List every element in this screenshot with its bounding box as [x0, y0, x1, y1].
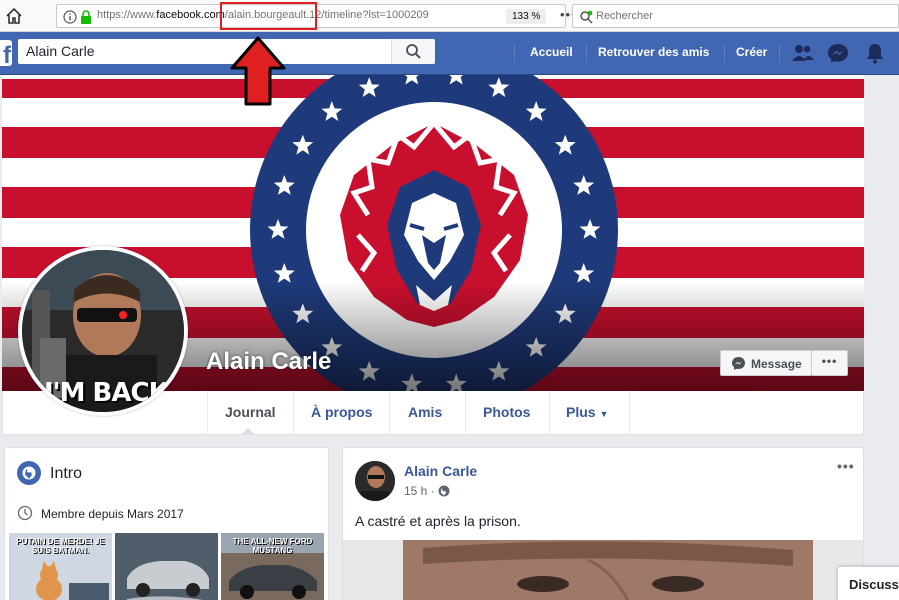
- search-placeholder: Rechercher: [596, 10, 653, 22]
- active-tab-indicator: [241, 428, 255, 435]
- message-button-label: Message: [751, 357, 802, 371]
- intro-card: Intro Membre depuis Mars 2017 PUTAIN DE …: [4, 447, 329, 600]
- globe-icon: [17, 461, 41, 485]
- lock-icon: [81, 10, 91, 24]
- message-button[interactable]: Message: [720, 350, 812, 376]
- notifications-bell-icon[interactable]: [862, 41, 888, 65]
- facebook-top-nav: f Alain Carle Accueil Retrouver des amis…: [0, 32, 899, 75]
- photo-caption: THE ALL-NEW FORD MUSTANG: [232, 537, 313, 555]
- browser-toolbar: https://www.facebook.com/alain.bourgeaul…: [0, 0, 899, 32]
- public-audience-icon[interactable]: [438, 485, 450, 497]
- search-button[interactable]: [391, 39, 435, 64]
- tab-photos[interactable]: Photos: [483, 404, 530, 420]
- clock-icon: [17, 505, 33, 521]
- intro-photo-2[interactable]: [115, 533, 218, 600]
- intro-title: Intro: [50, 465, 83, 482]
- info-icon[interactable]: [63, 10, 77, 24]
- car-photo: [115, 533, 218, 600]
- post-author-avatar[interactable]: [355, 461, 395, 501]
- nav-find-friends-link[interactable]: Retrouver des amis: [598, 45, 709, 59]
- url-highlight-box: [220, 2, 317, 30]
- tab-more[interactable]: Plus ▼: [566, 404, 608, 420]
- tab-divider: [389, 391, 390, 435]
- photo-caption: PUTAIN DE MERDE! JE SUIS BATMAN.: [16, 537, 105, 555]
- url-domain: facebook.com: [156, 9, 225, 21]
- chat-label: Discuss: [849, 577, 899, 592]
- home-icon[interactable]: [4, 6, 24, 26]
- chevron-down-icon: ▼: [599, 409, 609, 419]
- tab-divider: [549, 391, 550, 435]
- member-since-text: Membre depuis Mars 2017: [41, 507, 184, 521]
- search-query: Alain Carle: [26, 43, 95, 59]
- post-image[interactable]: [343, 540, 863, 600]
- chat-sidebar-tab[interactable]: Discuss: [837, 566, 899, 600]
- tab-divider: [465, 391, 466, 435]
- tab-more-label: Plus: [566, 404, 596, 420]
- tab-friends[interactable]: Amis: [408, 404, 442, 420]
- nav-divider: [586, 45, 587, 62]
- tab-journal[interactable]: Journal: [225, 404, 276, 420]
- timeline-post: Alain Carle 15 h · ••• A castré et après…: [342, 447, 864, 600]
- profile-name[interactable]: Alain Carle: [206, 348, 331, 376]
- search-engine-icon: [580, 10, 593, 24]
- avatar-caption: I'M BACK: [44, 378, 169, 408]
- zoom-level[interactable]: 133 %: [506, 9, 547, 24]
- messenger-icon: [732, 357, 745, 370]
- post-timestamp[interactable]: 15 h ·: [404, 484, 435, 498]
- tab-divider: [207, 391, 208, 435]
- tab-divider: [629, 391, 630, 435]
- post-text: A castré et après la prison.: [355, 513, 521, 529]
- nav-create-link[interactable]: Créer: [736, 45, 767, 59]
- tab-about[interactable]: À propos: [311, 404, 372, 420]
- facebook-search-input[interactable]: Alain Carle: [18, 39, 435, 64]
- messenger-icon[interactable]: [825, 41, 851, 65]
- post-photo: [343, 540, 863, 600]
- browser-search-bar[interactable]: Rechercher: [572, 4, 899, 28]
- nav-divider: [779, 45, 780, 62]
- url-prefix: https://www.: [97, 9, 157, 21]
- profile-picture[interactable]: I'M BACK: [18, 246, 188, 416]
- nav-home-link[interactable]: Accueil: [530, 45, 573, 59]
- nav-divider: [724, 45, 725, 62]
- search-icon: [406, 44, 421, 59]
- tab-divider: [293, 391, 294, 435]
- post-options-button[interactable]: •••: [837, 458, 855, 474]
- facebook-logo-icon[interactable]: f: [0, 40, 12, 69]
- avatar-image: I'M BACK: [22, 250, 184, 412]
- nav-divider: [514, 45, 515, 62]
- post-author-name[interactable]: Alain Carle: [404, 463, 477, 479]
- up-arrow-annotation-icon: [230, 36, 286, 106]
- friend-requests-icon[interactable]: [790, 41, 816, 65]
- more-options-button[interactable]: •••: [811, 350, 848, 376]
- intro-photo-3[interactable]: THE ALL-NEW FORD MUSTANG: [221, 533, 324, 600]
- author-avatar-image: [355, 461, 395, 501]
- intro-photo-1[interactable]: PUTAIN DE MERDE! JE SUIS BATMAN.: [9, 533, 112, 600]
